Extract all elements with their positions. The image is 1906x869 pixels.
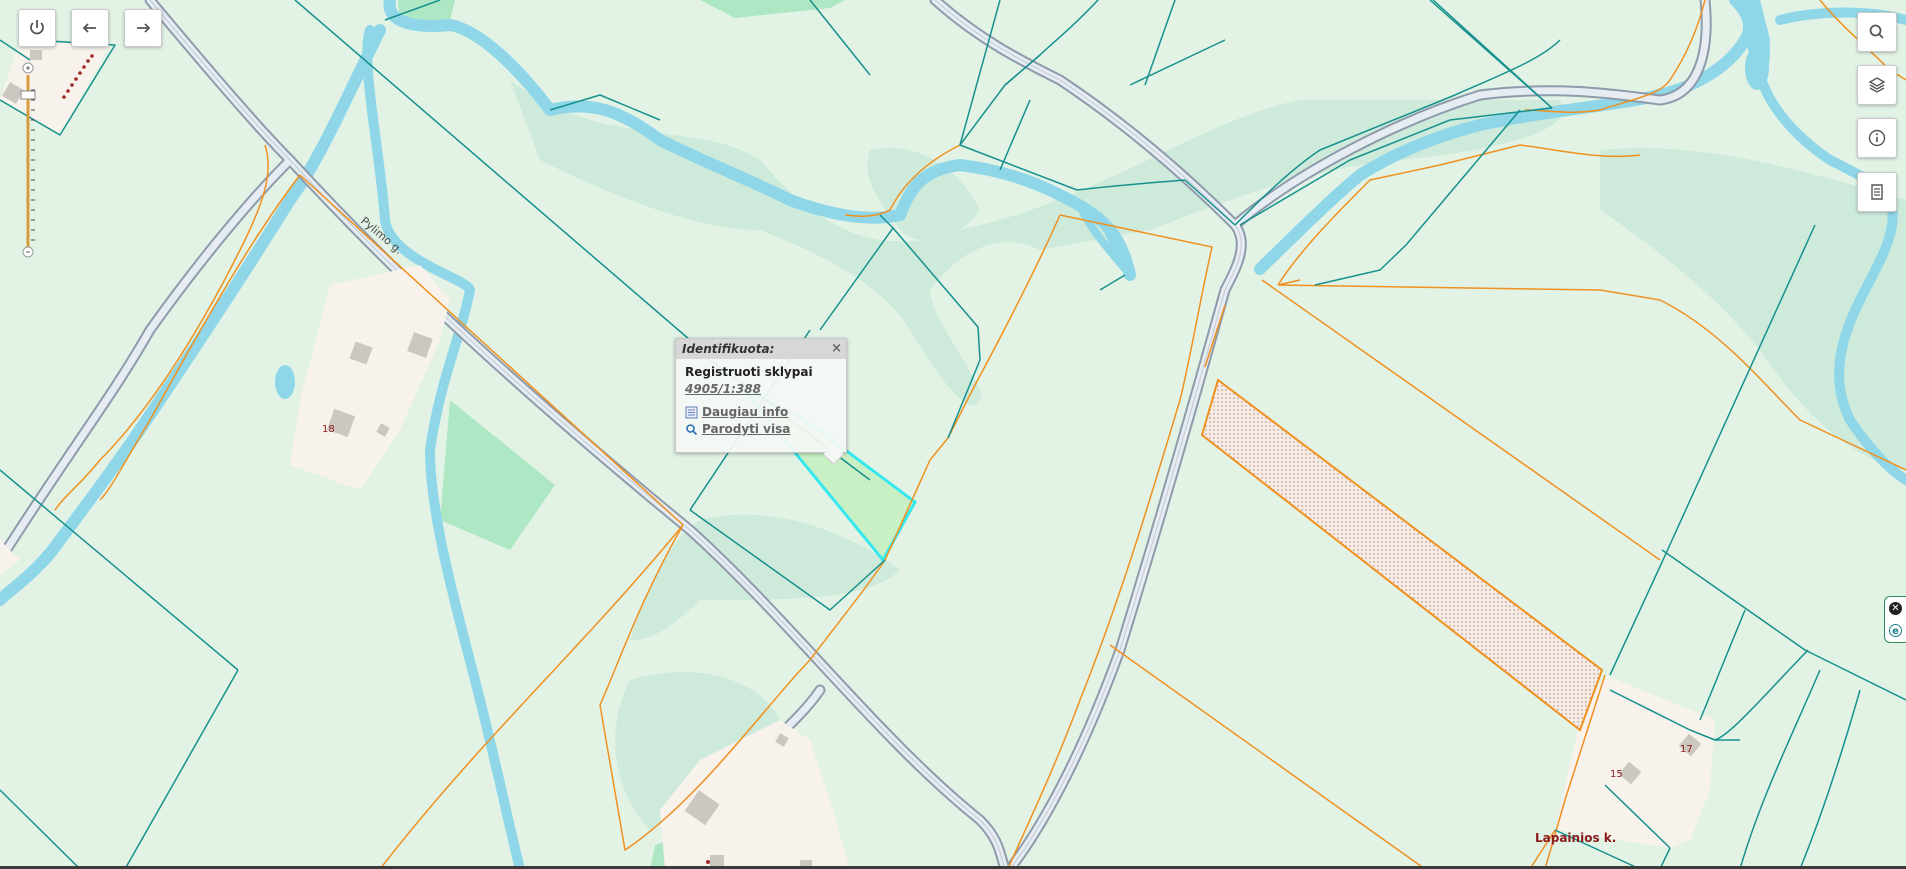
info-icon (1868, 129, 1886, 147)
arrow-right-icon (137, 23, 151, 33)
house-number-15: 15 (1610, 769, 1623, 780)
legend-button[interactable] (1857, 172, 1897, 212)
zoom-slider[interactable] (20, 60, 38, 260)
identify-popup: Identifikuota: × Registruoti sklypai 490… (675, 338, 847, 466)
power-button[interactable] (18, 9, 56, 47)
more-info-link[interactable]: Daugiau info (685, 405, 837, 419)
village-label: Lapainios k. (1535, 831, 1616, 845)
forward-button[interactable] (124, 9, 162, 47)
document-icon (1871, 184, 1883, 200)
close-circle-icon[interactable]: ✕ (1889, 601, 1902, 615)
more-info-label[interactable]: Daugiau info (702, 405, 788, 419)
house-number-18: 18 (322, 424, 335, 435)
house-number-17: 17 (1680, 744, 1693, 755)
zoom-slider-track[interactable] (20, 60, 38, 260)
popup-layer-title: Registruoti sklypai (685, 365, 813, 379)
back-button[interactable] (71, 9, 109, 47)
zoom-handle[interactable] (20, 90, 36, 100)
search-icon (1869, 24, 1884, 39)
popup-header-text: Identifikuota: (682, 342, 775, 356)
document-grid-icon (685, 406, 698, 418)
popup-parcel-id-link[interactable]: 4905/1:388 (685, 382, 837, 396)
arrow-left-icon (82, 23, 96, 33)
layers-button[interactable] (1857, 65, 1897, 105)
e-icon[interactable]: e (1889, 624, 1902, 638)
magnifier-icon (686, 423, 698, 435)
info-button[interactable] (1857, 118, 1897, 158)
show-all-link[interactable]: Parodyti visa (685, 422, 837, 436)
popup-body: Registruoti sklypai 4905/1:388 Daugiau i… (676, 359, 846, 445)
popup-header: Identifikuota: × (676, 339, 846, 359)
power-icon (30, 20, 44, 35)
map-canvas[interactable]: Pylimo g. Lapainios k. 18 15 17 (0, 0, 1906, 869)
layers-icon (1868, 77, 1886, 93)
show-all-label[interactable]: Parodyti visa (702, 422, 790, 436)
side-panel-tab[interactable]: ✕ e (1884, 596, 1906, 643)
search-button[interactable] (1857, 12, 1897, 52)
popup-close-button[interactable]: × (831, 339, 842, 359)
